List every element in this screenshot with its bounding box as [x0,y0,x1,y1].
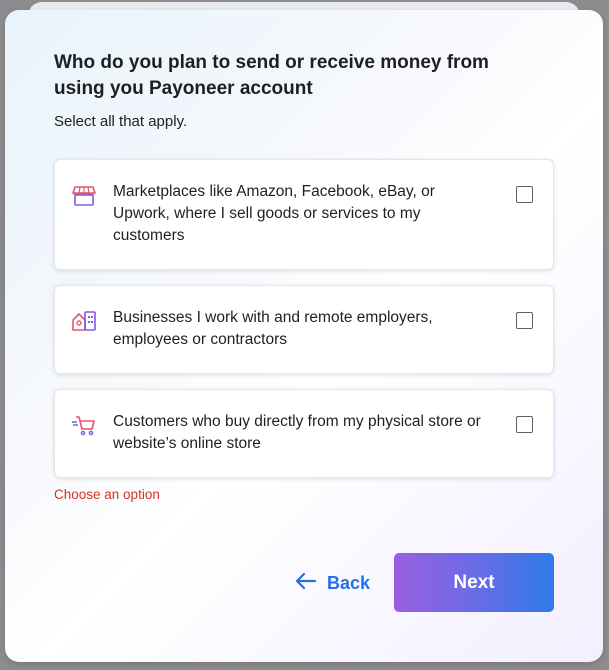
back-button-label: Back [327,572,371,593]
survey-dialog: Who do you plan to send or receive money… [5,10,603,662]
dialog-subtitle: Select all that apply. [54,113,188,130]
next-button-label: Next [453,571,495,593]
option-customers-label: Customers who buy directly from my physi… [113,413,481,452]
next-button[interactable]: Next [394,553,554,612]
buildings-icon [71,308,97,334]
back-button[interactable]: Back [295,568,370,598]
option-customers[interactable]: Customers who buy directly from my physi… [54,389,554,478]
dialog-title: Who do you plan to send or receive money… [54,52,489,99]
storefront-icon [71,182,97,208]
arrow-left-icon [295,572,317,595]
shopping-cart-icon [71,412,97,438]
validation-error: Choose an option [54,487,160,502]
option-customers-checkbox[interactable] [516,416,533,433]
option-marketplaces-checkbox[interactable] [516,186,533,203]
option-businesses[interactable]: Businesses I work with and remote employ… [54,285,554,374]
option-businesses-label: Businesses I work with and remote employ… [113,309,433,348]
option-businesses-checkbox[interactable] [516,312,533,329]
option-marketplaces[interactable]: Marketplaces like Amazon, Facebook, eBay… [54,159,554,270]
option-marketplaces-label: Marketplaces like Amazon, Facebook, eBay… [113,183,435,244]
